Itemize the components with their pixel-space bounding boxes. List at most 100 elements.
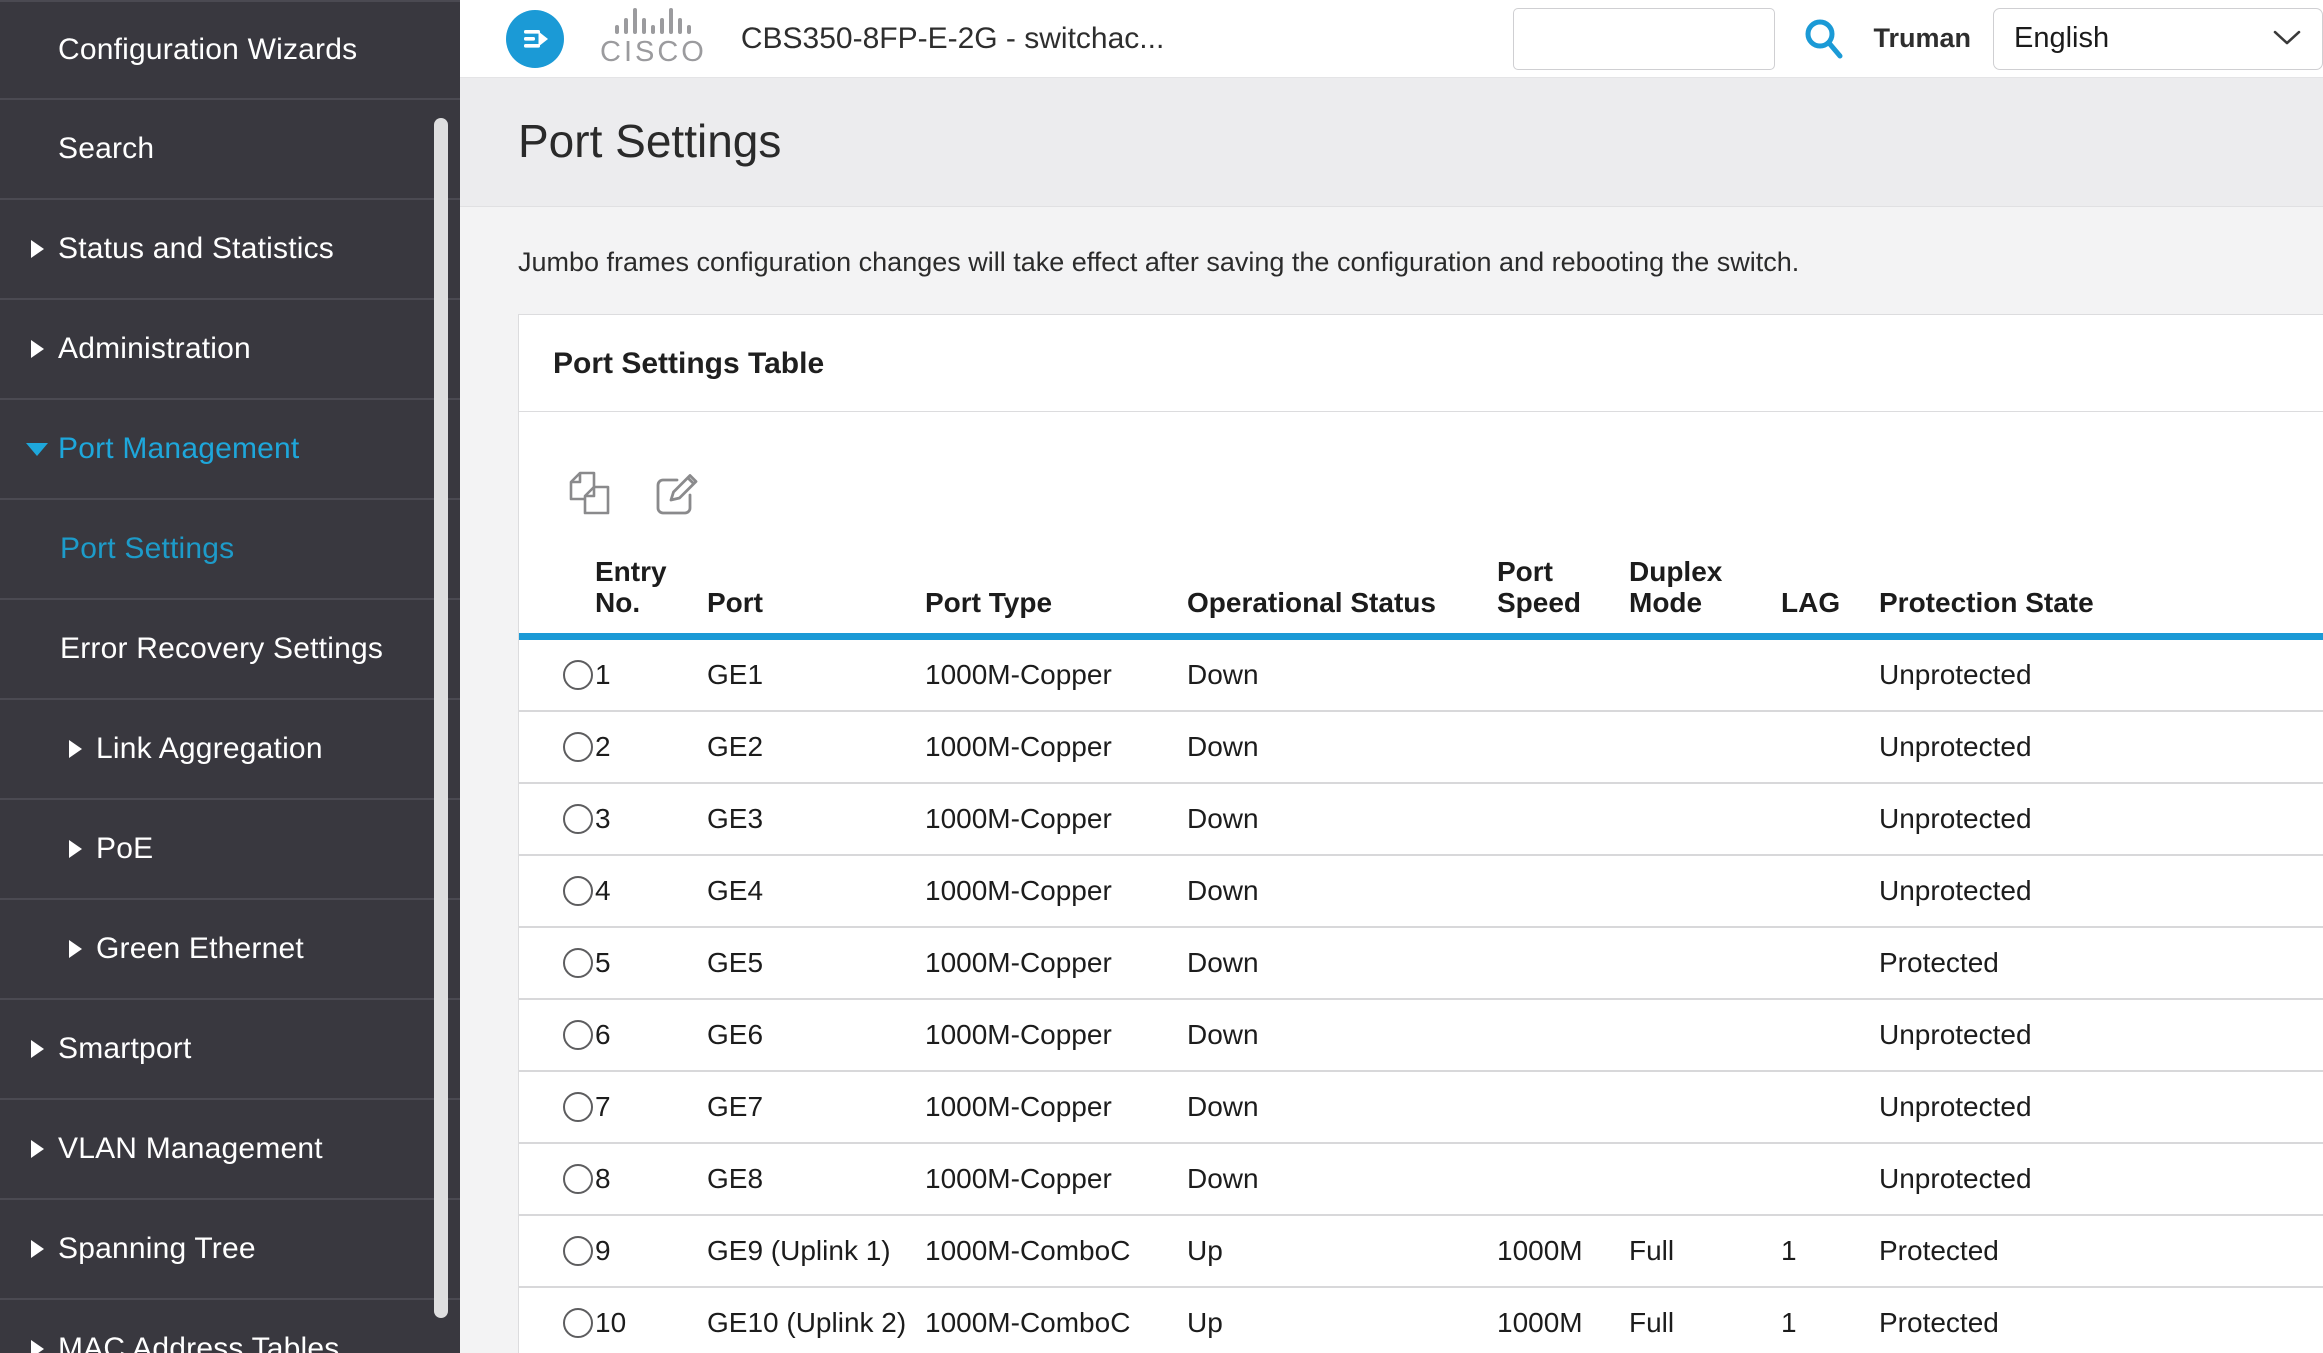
cell-ptype: 1000M-Copper	[925, 998, 1187, 1072]
row-radio-button[interactable]	[563, 731, 593, 762]
table-body: 1 GE1 1000M-Copper Down Unprotected 2 GE2 1000M…	[519, 636, 2323, 1353]
row-select-cell[interactable]	[519, 710, 595, 784]
table-row[interactable]: 4 GE4 1000M-Copper Down Unprotected	[519, 854, 2323, 928]
sidebar-item-label: Configuration Wizards	[58, 33, 358, 66]
port-settings-card: Port Settings Table Entry No. Port Port …	[518, 314, 2323, 1353]
table-row[interactable]: 3 GE3 1000M-Copper Down Unprotected	[519, 782, 2323, 856]
cell-prot: Unprotected	[1879, 782, 2323, 856]
cell-port: GE5	[707, 926, 925, 1000]
row-select-cell[interactable]	[519, 926, 595, 1000]
row-select-cell[interactable]	[519, 782, 595, 856]
language-select[interactable]: English	[1993, 7, 2323, 70]
chevron-right-icon	[24, 1040, 50, 1058]
sidebar-item-port-settings[interactable]: Port Settings	[0, 500, 460, 600]
sidebar-item-vlan-management[interactable]: VLAN Management	[0, 1100, 460, 1200]
row-select-cell[interactable]	[519, 998, 595, 1072]
cell-opstat: Down	[1187, 854, 1497, 928]
column-header-select	[519, 556, 595, 636]
cell-entry: 7	[595, 1070, 707, 1144]
edit-icon[interactable]	[649, 465, 705, 521]
column-header-protection-state: Protection State	[1879, 587, 2094, 619]
sidebar-item-list: Configuration Wizards Search Status and St…	[0, 0, 460, 1353]
sidebar-item-green-ethernet[interactable]: Green Ethernet	[0, 900, 460, 1000]
cell-speed	[1497, 782, 1629, 856]
cell-entry: 4	[595, 854, 707, 928]
sidebar-item-error-recovery-settings[interactable]: Error Recovery Settings	[0, 600, 460, 700]
sidebar-item-label: Smartport	[58, 1032, 192, 1065]
cell-duplex: Full	[1629, 1214, 1781, 1288]
copy-settings-icon[interactable]	[563, 465, 619, 521]
column-header-operational-status: Operational Status	[1187, 587, 1436, 619]
sidebar-item-mac-address-tables[interactable]: MAC Address Tables	[0, 1300, 460, 1353]
cell-ptype: 1000M-ComboC	[925, 1286, 1187, 1353]
chevron-right-icon	[62, 740, 88, 758]
row-radio-button[interactable]	[563, 875, 593, 906]
row-radio-button[interactable]	[563, 1307, 593, 1338]
sidebar-item-search[interactable]: Search	[0, 100, 460, 200]
cell-ptype: 1000M-Copper	[925, 782, 1187, 856]
cell-opstat: Down	[1187, 998, 1497, 1072]
cell-lag	[1781, 854, 1879, 928]
table-row[interactable]: 8 GE8 1000M-Copper Down Unprotected	[519, 1142, 2323, 1216]
table-row[interactable]: 7 GE7 1000M-Copper Down Unprotected	[519, 1070, 2323, 1144]
cisco-wordmark: CISCO	[600, 36, 707, 68]
row-radio-button[interactable]	[563, 1235, 593, 1266]
sidebar-item-port-management[interactable]: Port Management	[0, 400, 460, 500]
row-select-cell[interactable]	[519, 854, 595, 928]
table-toolbar	[519, 456, 2323, 530]
row-select-cell[interactable]	[519, 1070, 595, 1144]
row-radio-button[interactable]	[563, 803, 593, 834]
cell-prot: Unprotected	[1879, 710, 2323, 784]
row-radio-button[interactable]	[563, 1091, 593, 1122]
row-radio-button[interactable]	[563, 1019, 593, 1050]
row-select-cell[interactable]	[519, 1142, 595, 1216]
caret-glyph	[30, 1240, 44, 1258]
cell-opstat: Up	[1187, 1286, 1497, 1353]
cell-lag	[1781, 1070, 1879, 1144]
sidebar-item-spanning-tree[interactable]: Spanning Tree	[0, 1200, 460, 1300]
cell-port: GE3	[707, 782, 925, 856]
caret-glyph	[68, 840, 82, 858]
row-radio-button[interactable]	[563, 659, 593, 690]
caret-glyph	[30, 1040, 44, 1058]
row-select-cell[interactable]	[519, 1214, 595, 1288]
row-select-cell[interactable]	[519, 636, 595, 712]
search-icon[interactable]	[1799, 14, 1849, 64]
cell-speed	[1497, 710, 1629, 784]
cell-speed	[1497, 1070, 1629, 1144]
table-row[interactable]: 2 GE2 1000M-Copper Down Unprotected	[519, 710, 2323, 784]
sidebar-item-configuration-wizards[interactable]: Configuration Wizards	[0, 0, 460, 100]
table-header: Entry No. Port Port Type Operational Sta…	[519, 556, 2323, 637]
table-row[interactable]: 9 GE9 (Uplink 1) 1000M-ComboC Up 1000M Full 1 P…	[519, 1214, 2323, 1288]
menu-collapse-icon[interactable]	[506, 9, 564, 68]
sidebar-item-status-and-statistics[interactable]: Status and Statistics	[0, 200, 460, 300]
sidebar-scrollbar-track[interactable]	[434, 0, 454, 1353]
copy-pages-glyph	[569, 471, 610, 515]
cell-speed	[1497, 636, 1629, 712]
cell-ptype: 1000M-Copper	[925, 926, 1187, 1000]
search-input[interactable]	[1513, 7, 1776, 70]
row-select-cell[interactable]	[519, 1286, 595, 1353]
sidebar-item-poe[interactable]: PoE	[0, 800, 460, 900]
cell-entry: 3	[595, 782, 707, 856]
row-radio-button[interactable]	[563, 1163, 593, 1194]
cell-entry: 5	[595, 926, 707, 1000]
cell-opstat: Down	[1187, 636, 1497, 712]
cell-opstat: Down	[1187, 782, 1497, 856]
cell-port: GE7	[707, 1070, 925, 1144]
row-radio-button[interactable]	[563, 947, 593, 978]
sidebar-item-smartport[interactable]: Smartport	[0, 1000, 460, 1100]
cell-prot: Protected	[1879, 1286, 2323, 1353]
cell-opstat: Up	[1187, 1214, 1497, 1288]
table-row[interactable]: 10 GE10 (Uplink 2) 1000M-ComboC Up 1000M Full…	[519, 1286, 2323, 1353]
table-row[interactable]: 5 GE5 1000M-Copper Down Protected	[519, 926, 2323, 1000]
card-title: Port Settings Table	[553, 347, 825, 380]
cell-entry: 8	[595, 1142, 707, 1216]
sidebar-item-administration[interactable]: Administration	[0, 300, 460, 400]
sidebar-item-link-aggregation[interactable]: Link Aggregation	[0, 700, 460, 800]
sidebar-scrollbar-thumb[interactable]	[434, 118, 448, 1318]
table-row[interactable]: 6 GE6 1000M-Copper Down Unprotected	[519, 998, 2323, 1072]
table-row[interactable]: 1 GE1 1000M-Copper Down Unprotected	[519, 636, 2323, 712]
sidebar-item-label: PoE	[96, 832, 154, 865]
collapse-arrow-icon	[524, 29, 548, 48]
